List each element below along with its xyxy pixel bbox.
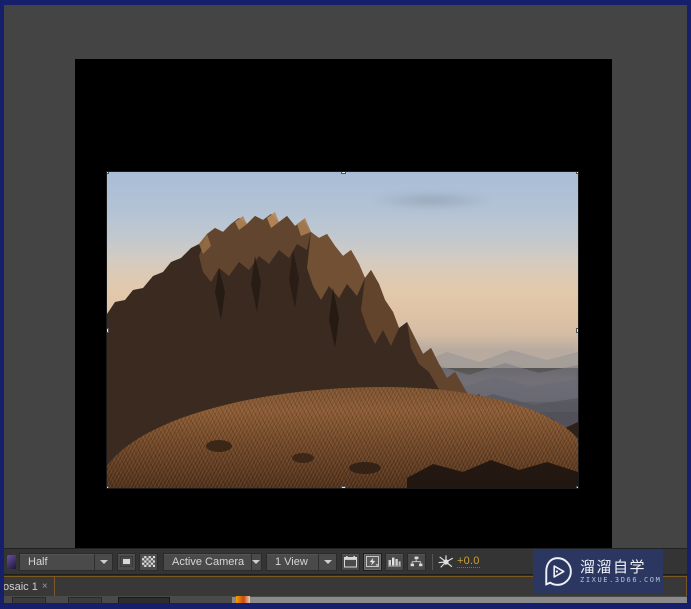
checkerboard-icon bbox=[142, 556, 155, 567]
fast-previews-button[interactable] bbox=[363, 552, 382, 571]
tutorial-watermark: 溜溜自学 ZIXUE.3D66.COM bbox=[533, 549, 663, 594]
camera-view-dropdown[interactable]: Active Camera bbox=[163, 552, 262, 571]
composition-artwork[interactable] bbox=[107, 172, 578, 488]
chevron-down-icon[interactable] bbox=[95, 553, 112, 570]
view-layout-dropdown[interactable]: 1 View bbox=[266, 552, 337, 571]
view-layout-value: 1 View bbox=[275, 555, 308, 568]
watermark-title: 溜溜自学 bbox=[580, 557, 647, 576]
selection-handle-mr[interactable] bbox=[576, 328, 578, 333]
frame-box-icon bbox=[344, 555, 357, 567]
composition-viewer-panel[interactable] bbox=[4, 5, 687, 548]
comp-channels-button[interactable] bbox=[385, 552, 404, 571]
timeline-field-chip[interactable] bbox=[118, 597, 170, 603]
flowchart-icon bbox=[410, 556, 423, 567]
watermark-url: ZIXUE.3D66.COM bbox=[580, 575, 662, 584]
camera-view-value: Active Camera bbox=[172, 555, 245, 568]
timeline-panel-sliver bbox=[4, 596, 687, 603]
selection-handle-tr[interactable] bbox=[576, 172, 578, 174]
time-marker[interactable] bbox=[236, 596, 250, 603]
exposure-value[interactable]: +0.0 bbox=[457, 555, 480, 568]
application-window: Half Active Camera 1 View +0.0 osaic 1 ×… bbox=[4, 5, 687, 603]
exposure-reset-button[interactable]: +0.0 bbox=[438, 554, 480, 569]
channel-bars-icon bbox=[388, 557, 401, 567]
lightning-bolt-icon bbox=[366, 556, 379, 567]
panel-menu-icon[interactable] bbox=[7, 554, 16, 569]
timeline-ruler-track[interactable] bbox=[232, 597, 687, 603]
selection-handle-ml[interactable] bbox=[107, 328, 109, 333]
comp-flowchart-button[interactable] bbox=[407, 552, 426, 571]
timeline-control-chip[interactable] bbox=[12, 597, 46, 603]
tab-mosaic-1[interactable]: osaic 1 × bbox=[4, 576, 55, 596]
magnification-dropdown[interactable]: Half bbox=[19, 552, 113, 571]
chevron-down-icon[interactable] bbox=[251, 553, 261, 570]
selection-handle-bc[interactable] bbox=[341, 486, 346, 488]
pixel-aspect-ratio-button[interactable] bbox=[341, 552, 360, 571]
watermark-text: 溜溜自学 ZIXUE.3D66.COM bbox=[580, 557, 662, 585]
region-of-interest-button[interactable] bbox=[117, 552, 136, 571]
close-icon[interactable]: × bbox=[42, 581, 48, 592]
exposure-burst-icon bbox=[438, 554, 453, 568]
timeline-control-chip[interactable] bbox=[68, 597, 102, 603]
selection-handle-tl[interactable] bbox=[107, 172, 109, 174]
play-logo-icon bbox=[545, 557, 572, 586]
chevron-down-icon[interactable] bbox=[319, 553, 336, 570]
selection-handle-br[interactable] bbox=[576, 486, 578, 488]
desktop-background: Half Active Camera 1 View +0.0 osaic 1 ×… bbox=[0, 0, 691, 609]
magnification-value: Half bbox=[28, 555, 48, 568]
transparency-grid-button[interactable] bbox=[139, 552, 158, 571]
foreground-rocks bbox=[206, 440, 578, 488]
selection-handle-tc[interactable] bbox=[341, 172, 346, 174]
selection-handle-bl[interactable] bbox=[107, 486, 109, 488]
region-of-interest-icon bbox=[120, 556, 133, 567]
tab-label: osaic 1 bbox=[4, 580, 38, 593]
toolbar-divider bbox=[432, 553, 433, 570]
composition-canvas[interactable] bbox=[75, 59, 612, 548]
